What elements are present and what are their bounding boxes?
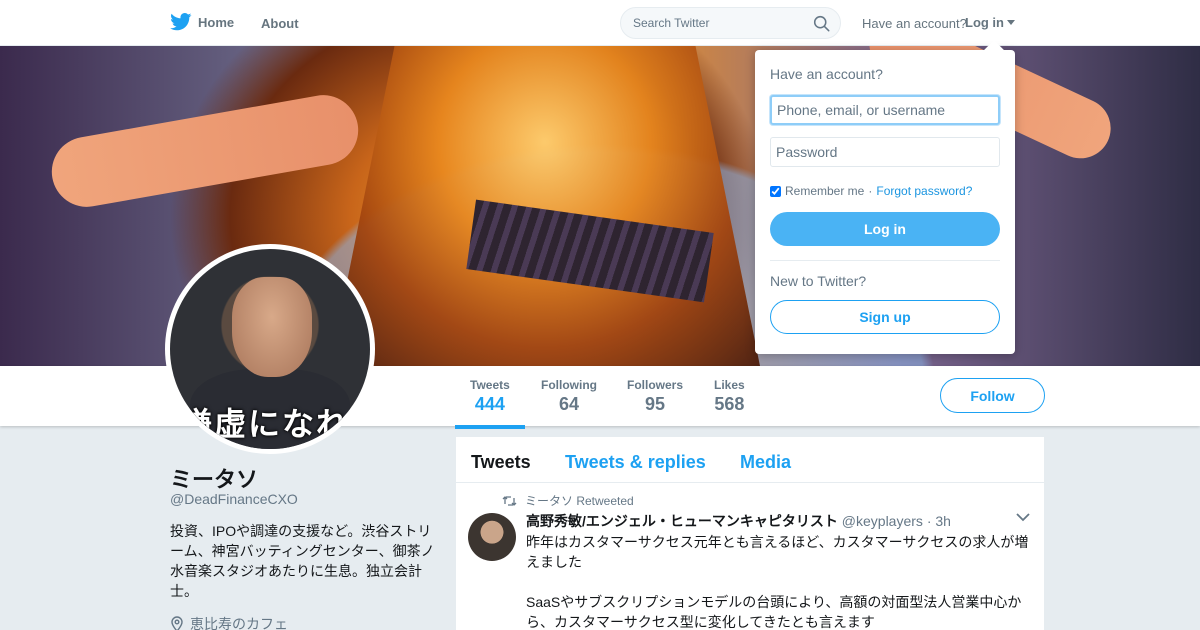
retweet-note: ミータソ Retweeted [525, 494, 634, 508]
search-icon[interactable] [813, 15, 830, 32]
tweet-header: 高野秀敏/エンジェル・ヒューマンキャピタリスト @keyplayers · 3h [526, 511, 951, 531]
login-menu-label: Log in [965, 15, 1004, 30]
new-to-twitter-text: New to Twitter? [770, 273, 867, 289]
stat-value: 95 [644, 394, 666, 414]
stat-followers[interactable]: Followers 95 [627, 378, 683, 415]
login-dropdown: Have an account? Remember me · Forgot pa… [755, 50, 1015, 354]
tab-media[interactable]: Media [740, 452, 791, 473]
avatar-art [232, 277, 312, 377]
password-field[interactable] [770, 137, 1000, 167]
timeline-tabs: Tweets Tweets & replies Media [456, 437, 1044, 483]
twitter-bird-icon [170, 13, 192, 31]
dropdown-title: Have an account? [770, 66, 883, 82]
tab-tweets[interactable]: Tweets [471, 452, 531, 473]
stat-label: Tweets [470, 378, 510, 392]
separator: · [868, 184, 873, 198]
login-button[interactable]: Log in [770, 212, 1000, 246]
login-menu-toggle[interactable]: Log in [965, 15, 1015, 30]
stat-following[interactable]: Following 64 [541, 378, 597, 415]
search-input[interactable] [633, 16, 813, 30]
remember-me-label[interactable]: Remember me [785, 184, 864, 198]
tweet-text: 昨年はカスタマーサクセス元年とも言えるほど、カスタマーサクセスの求人が増えました… [526, 534, 1029, 630]
stat-likes[interactable]: Likes 568 [714, 378, 745, 415]
profile-bio: 投資、IPOや調達の支援など。渋谷ストリーム、神宮バッティングセンター、御茶ノ水… [170, 523, 435, 599]
stat-label: Followers [627, 378, 684, 392]
forgot-password-link[interactable]: Forgot password? [876, 184, 972, 198]
stat-tweets[interactable]: Tweets 444 [455, 378, 525, 429]
banner-art [46, 89, 364, 213]
retweet-context: ミータソ Retweeted [502, 492, 634, 509]
chevron-down-icon[interactable] [1016, 513, 1030, 522]
tab-tweets-replies[interactable]: Tweets & replies [565, 452, 706, 473]
timeline: Tweets Tweets & replies Media ミータソ Retwe… [456, 437, 1044, 630]
stat-value: 568 [714, 394, 745, 414]
banner-art [330, 46, 760, 366]
tweet-author-name[interactable]: 高野秀敏/エンジェル・ヒューマンキャピタリスト [526, 513, 838, 529]
nav-home-link[interactable]: Home [170, 13, 234, 31]
profile-location: 恵比寿のカフェ [170, 614, 288, 630]
tweet-time[interactable]: · 3h [927, 513, 951, 529]
retweet-icon [502, 495, 517, 506]
profile-name[interactable]: ミータソ [170, 462, 258, 494]
avatar-caption: 謙虚になれ [180, 405, 351, 443]
follow-button[interactable]: Follow [940, 378, 1045, 413]
remember-me-checkbox[interactable] [770, 185, 781, 197]
caret-down-icon [1007, 19, 1015, 25]
search-box [620, 7, 841, 39]
username-field[interactable] [770, 95, 1000, 125]
top-nav: Home About Have an account? Log in [0, 0, 1200, 46]
tweet-author-avatar[interactable] [468, 513, 516, 561]
remember-row: Remember me · Forgot password? [770, 184, 972, 198]
signup-button[interactable]: Sign up [770, 300, 1000, 334]
nav-home-label: Home [198, 14, 235, 30]
avatar[interactable]: 謙虚になれ [165, 244, 375, 454]
profile-handle[interactable]: @DeadFinanceCXO [170, 491, 298, 507]
location-pin-icon [171, 616, 183, 630]
location-label: 恵比寿のカフェ [190, 616, 288, 630]
nav-about-link[interactable]: About [261, 16, 299, 31]
stat-label: Likes [714, 378, 745, 392]
divider [770, 260, 1000, 261]
stat-value: 444 [474, 394, 505, 414]
have-account-text: Have an account? [862, 16, 967, 31]
stat-value: 64 [558, 394, 580, 414]
tweet-author-handle[interactable]: @keyplayers [842, 513, 923, 529]
stat-label: Following [541, 378, 597, 392]
avatar-image: 謙虚になれ [170, 249, 370, 449]
